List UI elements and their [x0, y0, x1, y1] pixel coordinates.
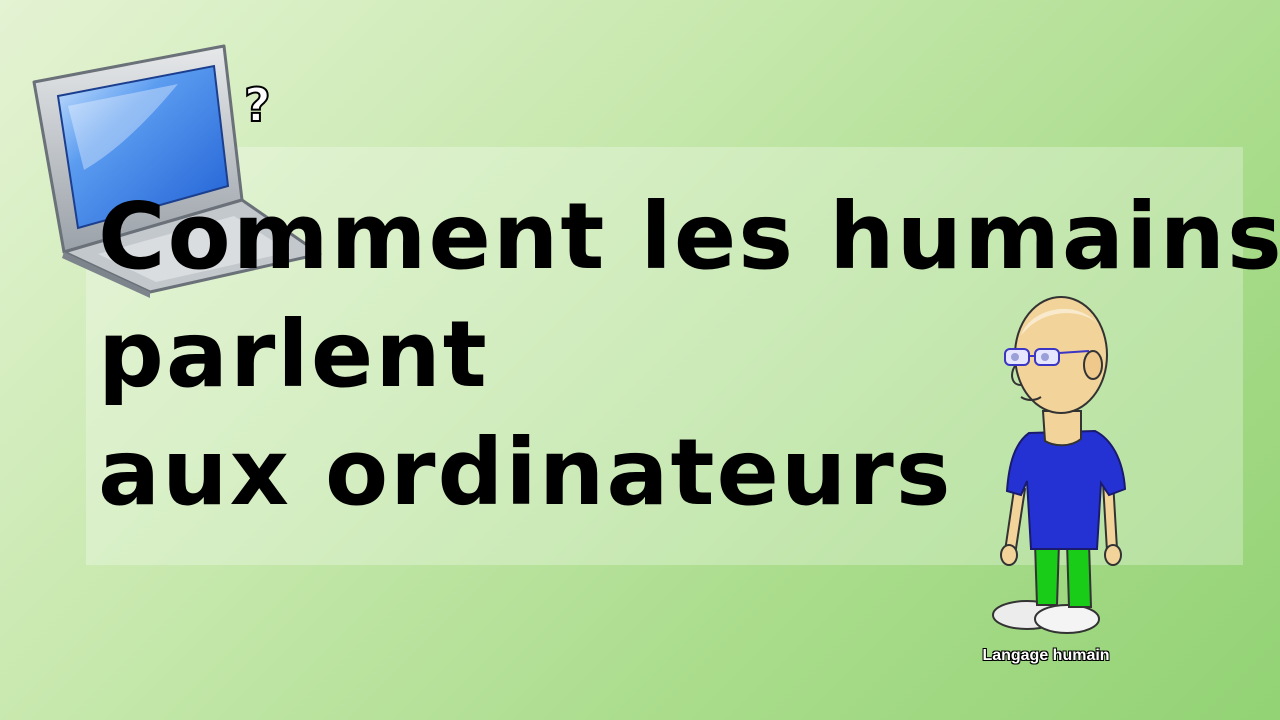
question-mark: ? — [243, 78, 272, 132]
title-line-1: Comment les humains — [98, 183, 1280, 290]
human-character-illustration — [992, 296, 1127, 634]
character-caption: Langage humain — [982, 647, 1110, 664]
